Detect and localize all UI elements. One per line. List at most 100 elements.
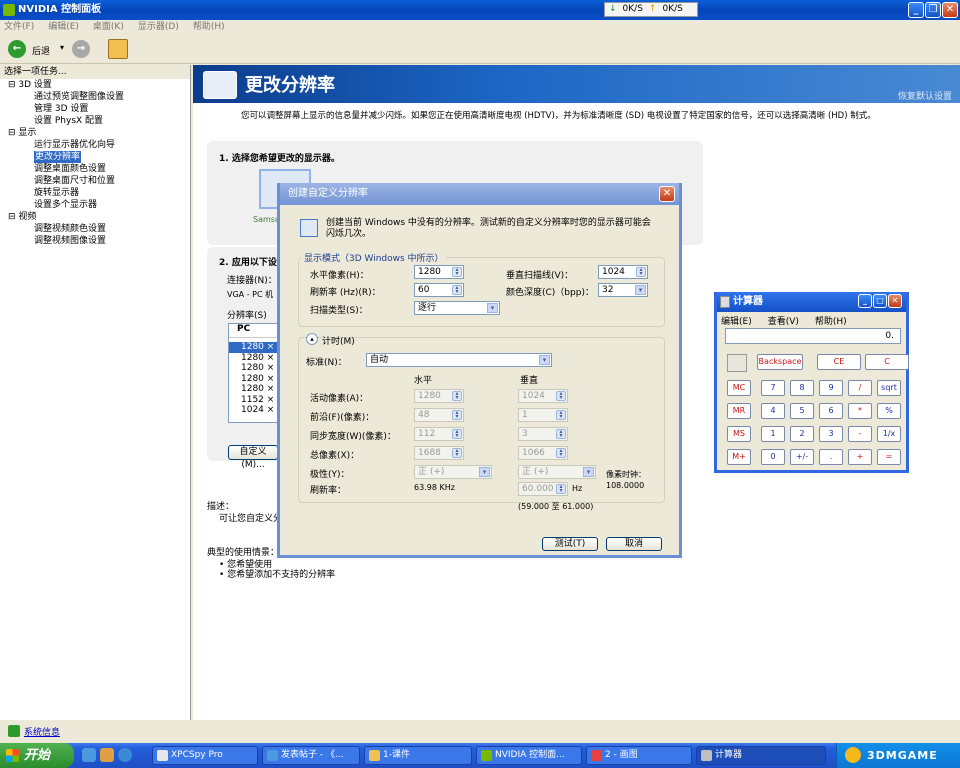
calc-button[interactable]: sqrt: [877, 380, 901, 396]
calc-button[interactable]: MR: [727, 403, 751, 419]
quicklaunch-icon[interactable]: [100, 748, 114, 762]
scan-type-select[interactable]: 逐行 ▾: [414, 301, 500, 315]
menu-file[interactable]: 文件(F): [4, 20, 34, 34]
calc-button[interactable]: 1: [761, 426, 785, 442]
taskbar-app-icon: [157, 750, 168, 761]
system-info-link[interactable]: 系统信息: [24, 725, 60, 738]
tree-item[interactable]: 管理 3D 设置: [8, 103, 190, 115]
collapse-icon[interactable]: ⊟: [8, 80, 18, 90]
v-lines-input[interactable]: 1024 ▴ ▾: [598, 265, 648, 279]
calc-close-button[interactable]: ✕: [888, 294, 902, 308]
taskbar-item[interactable]: 1-课件: [364, 746, 472, 765]
collapse-icon[interactable]: ⊟: [8, 128, 18, 138]
menu-bar: 文件(F) 编辑(E) 桌面(K) 显示器(D) 帮助(H): [0, 20, 960, 34]
calc-button[interactable]: 7: [761, 380, 785, 396]
page-title: 更改分辨率: [245, 75, 335, 96]
menu-edit[interactable]: 编辑(E): [48, 20, 79, 34]
task-tree-panel: 选择一项任务... ⊟ 3D 设置 通过预览调整图像设置 管理 3D 设置 设置 Ph…: [0, 65, 191, 738]
tree-category[interactable]: ⊟ 视频: [8, 211, 190, 223]
tree-item[interactable]: 通过预览调整图像设置: [8, 91, 190, 103]
tree-item[interactable]: 调整桌面尺寸和位置: [8, 175, 190, 187]
restore-defaults-link[interactable]: 恢复默认设置: [898, 89, 952, 102]
tree-label: 调整桌面尺寸和位置: [34, 176, 116, 186]
tree-item[interactable]: 设置 PhysX 配置: [8, 115, 190, 127]
forward-arrow-icon[interactable]: →: [72, 40, 90, 58]
refresh-rate-input[interactable]: 60 ▴ ▾: [414, 283, 464, 297]
custom-resolution-button[interactable]: 自定义(M)...: [228, 445, 278, 470]
tree-category[interactable]: ⊟ 显示: [8, 127, 190, 139]
calc-button[interactable]: 4: [761, 403, 785, 419]
tree-item[interactable]: 调整桌面颜色设置: [8, 163, 190, 175]
calc-button[interactable]: =: [877, 449, 901, 465]
ie-icon[interactable]: [118, 748, 132, 762]
h-pixels-input[interactable]: 1280 ▴ ▾: [414, 265, 464, 279]
calc-minimize-button[interactable]: _: [858, 294, 872, 308]
back-dropdown-icon[interactable]: ▾: [60, 43, 64, 52]
calc-button[interactable]: MC: [727, 380, 751, 396]
minimize-button[interactable]: _: [908, 2, 924, 18]
calc-button[interactable]: +: [848, 449, 872, 465]
calc-maximize-button[interactable]: □: [873, 294, 887, 308]
tree-item-selected[interactable]: 更改分辨率: [8, 151, 190, 163]
tree-item[interactable]: 运行显示器优化向导: [8, 139, 190, 151]
test-button[interactable]: 测试(T): [542, 537, 598, 551]
calc-button[interactable]: 6: [819, 403, 843, 419]
timing-row-label: 前沿(F)(像素)：: [310, 413, 375, 423]
quicklaunch-icon[interactable]: [82, 748, 96, 762]
back-arrow-icon[interactable]: ←: [8, 40, 26, 58]
tree-item[interactable]: 调整视频颜色设置: [8, 223, 190, 235]
tree-label: 运行显示器优化向导: [34, 140, 116, 150]
close-button[interactable]: ✕: [942, 2, 958, 18]
calc-button[interactable]: *: [848, 403, 872, 419]
tree-item[interactable]: 调整视频图像设置: [8, 235, 190, 247]
calc-button[interactable]: 2: [790, 426, 814, 442]
calc-menu-edit[interactable]: 编辑(E): [721, 314, 752, 327]
calc-button[interactable]: C: [865, 354, 909, 370]
calc-button[interactable]: CE: [817, 354, 861, 370]
tree-item[interactable]: 设置多个显示器: [8, 199, 190, 211]
taskbar-app-icon: [481, 750, 492, 761]
calc-menu-help[interactable]: 帮助(H): [815, 314, 847, 327]
timing-horizontal-field: 1280 ▴ ▾: [414, 389, 464, 403]
tree-category[interactable]: ⊟ 3D 设置: [8, 79, 190, 91]
back-label[interactable]: 后退: [32, 44, 50, 57]
taskbar-item[interactable]: NVIDIA 控制面...: [476, 746, 582, 765]
calc-menu-view[interactable]: 查看(V): [768, 314, 799, 327]
calc-button[interactable]: -: [848, 426, 872, 442]
calc-button[interactable]: /: [848, 380, 872, 396]
menu-help[interactable]: 帮助(H): [193, 20, 225, 34]
calc-button[interactable]: .: [819, 449, 843, 465]
collapse-timing-icon[interactable]: ▴: [306, 333, 318, 345]
home-icon[interactable]: [108, 39, 128, 59]
calc-button[interactable]: Backspace: [757, 354, 803, 370]
taskbar-item[interactable]: 2 - 画图: [586, 746, 692, 765]
menu-desktop[interactable]: 桌面(K): [93, 20, 124, 34]
calc-button[interactable]: 5: [790, 403, 814, 419]
calc-button[interactable]: MS: [727, 426, 751, 442]
collapse-icon[interactable]: ⊟: [8, 212, 18, 222]
dialog-close-button[interactable]: ✕: [659, 186, 675, 202]
restore-button[interactable]: ❐: [925, 2, 941, 18]
spinner-icon: ▴ ▾: [452, 410, 462, 420]
taskbar-item[interactable]: XPCSpy Pro: [152, 746, 258, 765]
taskbar-item[interactable]: 发表帖子 - 《...: [262, 746, 360, 765]
tree-label: 调整视频颜色设置: [34, 224, 107, 234]
calc-button[interactable]: +/-: [790, 449, 814, 465]
calc-button[interactable]: 3: [819, 426, 843, 442]
calc-button[interactable]: 1/x: [877, 426, 901, 442]
cancel-button[interactable]: 取消: [606, 537, 662, 551]
taskbar-item[interactable]: 计算器: [696, 746, 826, 765]
color-depth-select[interactable]: 32 ▾: [598, 283, 648, 297]
timing-horizontal-field: 1688 ▴ ▾: [414, 446, 464, 460]
tree-item[interactable]: 旋转显示器: [8, 187, 190, 199]
tray-icon[interactable]: [845, 747, 861, 763]
calc-button[interactable]: %: [877, 403, 901, 419]
start-button[interactable]: 开始: [0, 743, 74, 768]
timing-vertical-field: 1066 ▴ ▾: [518, 446, 568, 460]
standard-select[interactable]: 自动 ▾: [366, 353, 552, 367]
calc-button[interactable]: 0: [761, 449, 785, 465]
calc-button[interactable]: 8: [790, 380, 814, 396]
calc-button[interactable]: 9: [819, 380, 843, 396]
calc-button[interactable]: M+: [727, 449, 751, 465]
menu-display[interactable]: 显示器(D): [138, 20, 179, 34]
